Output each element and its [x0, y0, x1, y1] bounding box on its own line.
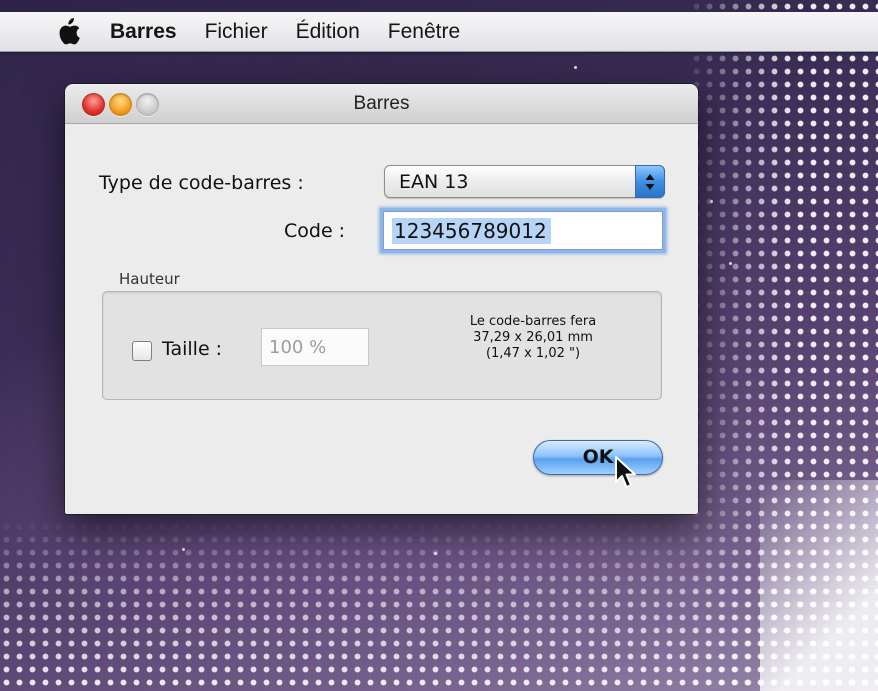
desktop-star: [574, 66, 577, 69]
select-arrows-icon: [635, 165, 665, 198]
barcode-info-dimensions-mm: 37,29 x 26,01 mm: [473, 330, 593, 345]
barcode-type-label: Type de code-barres :: [99, 172, 304, 194]
window-titlebar[interactable]: Barres: [65, 84, 698, 124]
desktop-star: [182, 548, 185, 551]
minimize-button[interactable]: [109, 93, 132, 116]
height-group-label: Hauteur: [119, 270, 180, 288]
menu-item-barres[interactable]: Barres: [110, 12, 177, 52]
close-button[interactable]: [82, 93, 105, 116]
apple-logo-icon: [59, 17, 80, 44]
desktop-star: [729, 262, 732, 265]
menu-item-edition[interactable]: Édition: [296, 12, 360, 52]
barcode-type-select[interactable]: EAN 13: [384, 165, 665, 198]
barcode-info-dimensions-inch: (1,47 x 1,02 "): [485, 346, 581, 361]
ok-button[interactable]: OK: [533, 440, 663, 475]
size-label[interactable]: Taille :: [162, 338, 222, 360]
size-checkbox[interactable]: [132, 341, 152, 361]
window-title: Barres: [353, 93, 410, 114]
size-input[interactable]: 100 %: [261, 328, 369, 366]
barres-dialog-window: Barres Type de code-barres : EAN 13 Code…: [65, 84, 698, 514]
size-input-value: 100 %: [269, 337, 327, 358]
desktop-star: [434, 552, 437, 555]
mouse-pointer-icon: [615, 456, 636, 488]
code-input-value: 123456789012: [392, 218, 551, 244]
menu-bar: Barres Fichier Édition Fenêtre: [0, 12, 878, 52]
menu-item-fichier[interactable]: Fichier: [205, 12, 268, 52]
code-input[interactable]: 123456789012: [383, 211, 663, 250]
height-group-box: Taille : 100 % Le code-barres fera 37,29…: [102, 291, 662, 400]
menu-item-fenetre[interactable]: Fenêtre: [388, 12, 460, 52]
desktop-halftone-pattern-bottom: [0, 520, 878, 691]
code-label: Code :: [284, 220, 346, 242]
zoom-button[interactable]: [136, 93, 159, 116]
desktop-star: [710, 200, 713, 203]
desktop-light-corner: [760, 480, 878, 691]
barcode-type-value: EAN 13: [399, 171, 469, 193]
barcode-info-line: Le code-barres fera: [469, 314, 597, 329]
barcode-size-info: Le code-barres fera 37,29 x 26,01 mm (1,…: [433, 314, 633, 362]
apple-menu[interactable]: [46, 17, 90, 46]
